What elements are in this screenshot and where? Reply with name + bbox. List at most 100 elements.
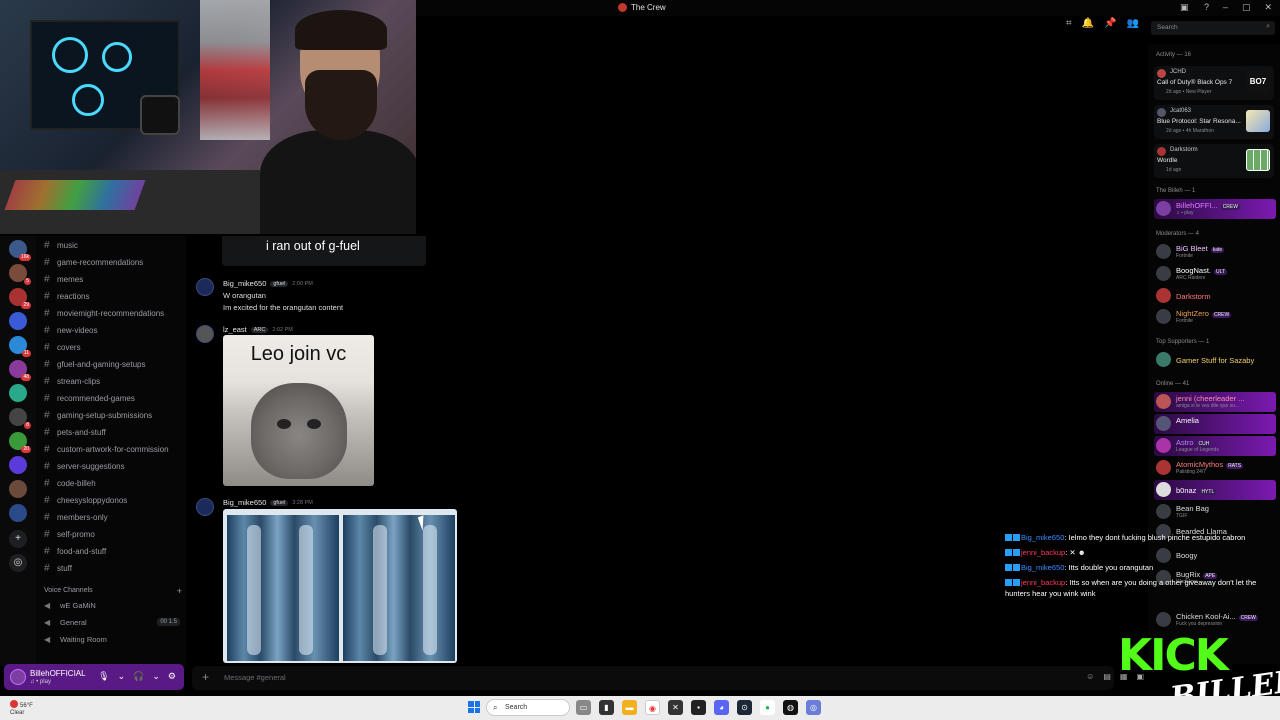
member-item[interactable]: AtomicMythos RATS Palisting 24/7 (1154, 458, 1276, 478)
gear-icon[interactable]: ⚙ (168, 671, 176, 682)
add-attachment-icon[interactable]: + (202, 670, 209, 684)
discover-icon[interactable]: ◎ (9, 554, 27, 572)
member-item[interactable]: BillehOFFI... CREW ♫ • play (1154, 199, 1276, 219)
steam-icon[interactable]: ⊙ (737, 700, 752, 715)
server-icon[interactable]: 5 (9, 264, 31, 285)
avatar[interactable] (196, 278, 214, 296)
bell-icon[interactable]: 🔔 (1082, 18, 1094, 29)
discord-icon[interactable]: ◕ (714, 700, 729, 715)
member-item[interactable]: BiG Bleet kate Fortnite (1154, 242, 1276, 262)
server-icon[interactable] (9, 312, 27, 330)
server-icon[interactable] (9, 384, 27, 402)
member-item[interactable]: NightZero CREW Fortnite (1154, 307, 1276, 327)
channel-item[interactable]: # covers (44, 340, 184, 355)
minimize-icon[interactable]: – (1223, 2, 1228, 13)
server-icon[interactable]: 16k (9, 240, 31, 261)
activity-card[interactable]: Darkstorm Wordle 1d ago (1154, 144, 1274, 178)
message-composer[interactable]: + Message #general ☺ ▤ ▦ ▣ (192, 666, 1144, 690)
channel-item[interactable]: # code-billeh (44, 476, 184, 491)
app-icon[interactable]: ◎ (806, 700, 821, 715)
maximize-icon[interactable]: ▢ (1242, 2, 1251, 13)
chevron-down-icon[interactable]: ⌄ (118, 671, 126, 682)
channel-item[interactable]: # pets-and-stuff (44, 425, 184, 440)
headphones-icon[interactable]: 🎧 (133, 671, 144, 682)
pin-icon[interactable]: 📌 (1104, 18, 1116, 29)
message-image[interactable]: i ran out of g-fuel (222, 236, 426, 266)
close-icon[interactable]: ✕ (1264, 2, 1272, 13)
member-item[interactable]: BoogNast. ULT ARC Raiders (1154, 264, 1276, 284)
taskbar-search[interactable]: ⌕ Search (486, 699, 570, 716)
chrome-icon[interactable]: ◉ (645, 700, 660, 715)
members-icon[interactable]: 👥 (1127, 18, 1139, 29)
search-input[interactable]: Search ⌕ (1151, 21, 1275, 35)
voice-channel-item[interactable]: ◀ General 00 1.5 (44, 615, 182, 629)
voice-channel-item[interactable]: ◀ Waiting Room (44, 632, 182, 646)
channel-item[interactable]: # game-recommendations (44, 255, 184, 270)
server-icon[interactable]: 8 (9, 408, 31, 429)
channel-item[interactable]: # music (44, 238, 184, 253)
message-author[interactable]: Big_mike650 (223, 279, 266, 288)
server-icon[interactable] (9, 504, 27, 522)
file-explorer-icon[interactable]: ▬ (622, 700, 637, 715)
member-item[interactable]: Darkstorm (1154, 286, 1276, 306)
channel-item[interactable]: # cheesysloppydonos (44, 493, 184, 508)
channel-item[interactable]: # reactions (44, 289, 184, 304)
channel-item[interactable]: # stream-clips (44, 374, 184, 389)
server-icon[interactable]: 11 (9, 336, 31, 357)
terminal-icon[interactable]: ▮ (599, 700, 614, 715)
message-input[interactable]: Message #general (224, 673, 286, 682)
app-icon[interactable]: ✕ (668, 700, 683, 715)
message-author[interactable]: lz_east (223, 325, 247, 334)
start-button[interactable] (468, 701, 480, 713)
member-item[interactable]: Amelia (1154, 414, 1276, 434)
app-icon[interactable]: ▪ (691, 700, 706, 715)
chevron-down-icon[interactable]: ⌄ (152, 671, 160, 682)
channel-item[interactable]: # stuff (44, 561, 184, 576)
threads-icon[interactable]: ⌗ (1066, 18, 1072, 29)
emoji-icon[interactable]: ☺ (1086, 672, 1094, 681)
channel-item[interactable]: # gaming-setup-submissions (44, 408, 184, 423)
spotify-icon[interactable]: ● (760, 700, 775, 715)
channel-item[interactable]: # memes (44, 272, 184, 287)
member-item[interactable]: jenni (cheerleader ... amiga si te ves d… (1154, 392, 1276, 412)
microphone-icon[interactable]: 🎙 (98, 671, 109, 682)
activity-card[interactable]: Jcat063 Blue Protocol: Star Resona... 2d… (1154, 105, 1274, 139)
channel-item[interactable]: # recommended-games (44, 391, 184, 406)
server-icon[interactable] (9, 480, 27, 498)
activity-header[interactable]: Activity — 16 (1156, 52, 1191, 58)
channel-item[interactable]: # self-promo (44, 527, 184, 542)
channel-item[interactable]: # moviemight-recommendations (44, 306, 184, 321)
voice-channel-item[interactable]: ◀ wE GaMiN (44, 598, 182, 612)
server-icon[interactable]: 29 (9, 288, 31, 309)
message-author[interactable]: Big_mike650 (223, 498, 266, 507)
add-server-icon[interactable]: + (9, 530, 27, 548)
server-icon[interactable]: 48 (9, 360, 31, 381)
channel-item[interactable]: # custom-artwork-for-commission (44, 442, 184, 457)
member-item[interactable]: Astro CUH League of Legends (1154, 436, 1276, 456)
inbox-icon[interactable]: ▣ (1180, 2, 1189, 13)
member-item[interactable]: b0naz HYTL (1154, 480, 1276, 500)
voice-channels-header[interactable]: Voice Channels + (44, 586, 182, 596)
add-channel-icon[interactable]: + (177, 586, 182, 596)
activity-card[interactable]: JCHD Call of Duty® Black Ops 7 2d ago • … (1154, 66, 1274, 100)
meme-image[interactable]: Leo join vc (223, 335, 374, 486)
member-item[interactable]: Gamer Stuff for Sazaby (1154, 350, 1276, 370)
member-item[interactable]: Chicken Kool-Ai... CREW Fuck you depressi… (1154, 610, 1276, 630)
channel-item[interactable]: # food-and-stuff (44, 544, 184, 559)
server-icon[interactable] (9, 456, 27, 474)
avatar[interactable] (10, 669, 26, 685)
help-icon[interactable]: ? (1204, 2, 1209, 12)
member-item[interactable]: Bean Bag TGIF (1154, 502, 1276, 522)
weather-widget[interactable]: 56°F Clear (10, 700, 33, 717)
server-icon[interactable]: 20 (9, 432, 31, 453)
task-view-icon[interactable]: ▭ (576, 700, 591, 715)
channel-item[interactable]: # gfuel-and-gaming-setups (44, 357, 184, 372)
user-panel[interactable]: BillehOFFICIAL ♫ • play 🎙 ⌄ 🎧 ⌄ ⚙ (4, 664, 184, 690)
xray-image[interactable] (223, 509, 457, 663)
channel-item[interactable]: # server-suggestions (44, 459, 184, 474)
channel-item[interactable]: # members-only (44, 510, 184, 525)
avatar[interactable] (196, 325, 214, 343)
avatar[interactable] (196, 498, 214, 516)
gif-icon[interactable]: ▤ (1103, 672, 1111, 681)
obs-icon[interactable]: ◍ (783, 700, 798, 715)
